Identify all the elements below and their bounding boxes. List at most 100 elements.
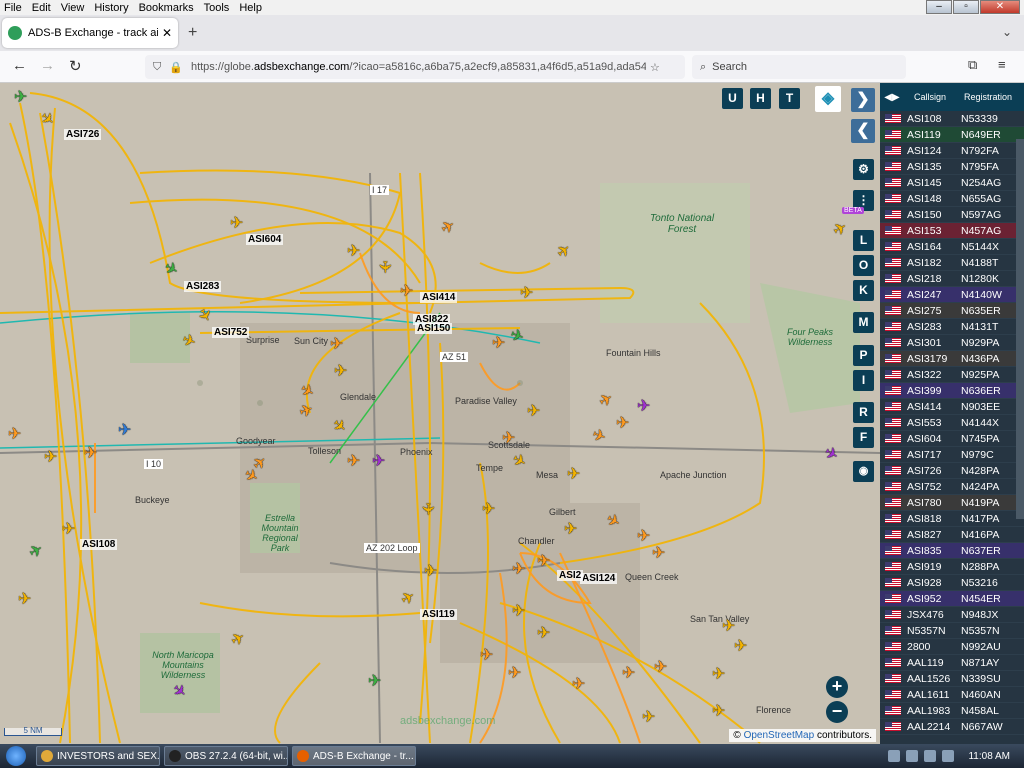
map-button-m[interactable]: M [853,312,874,333]
aircraft-icon[interactable]: ✈ [372,454,385,470]
replay-icon[interactable]: ◉ [853,461,874,482]
aircraft-row[interactable]: N5357N N5357N [880,623,1024,639]
aircraft-icon[interactable]: ✈ [616,416,629,432]
aircraft-icon[interactable]: ✈ [480,648,493,664]
taskbar-item-firefox[interactable]: ADS-B Exchange - tr... [292,746,416,766]
map-button-r[interactable]: R [853,402,874,423]
aircraft-row[interactable]: ASI135 N795FA [880,159,1024,175]
map-button-p[interactable]: P [853,345,874,366]
minimize-button[interactable]: – [926,0,952,14]
search-input[interactable]: ⌕ Search [692,55,906,79]
network-icon[interactable] [924,750,937,762]
map-button-k[interactable]: K [853,280,874,301]
aircraft-label[interactable]: ASI150 [415,323,453,334]
extensions-icon[interactable]: ⧉ [968,57,977,73]
zoom-in-button[interactable]: + [826,676,848,698]
menu-tools[interactable]: Tools [204,2,230,14]
aircraft-row[interactable]: AAL1611 N460AN [880,687,1024,703]
aircraft-row[interactable]: ASI153 N457AG [880,223,1024,239]
layers-icon[interactable]: ◈ [815,86,841,112]
url-bar[interactable]: ⛉ 🔒 https://globe.adsbexchange.com/?icao… [145,55,685,79]
aircraft-icon[interactable]: ✈ [622,666,635,682]
aircraft-icon[interactable]: ✈ [8,427,21,443]
aircraft-icon[interactable]: ✈ [512,604,525,620]
aircraft-icon[interactable]: ✈ [492,336,505,352]
aircraft-row[interactable]: ASI119 N649ER [880,127,1024,143]
forward-arrow-icon[interactable]: → [40,57,55,74]
aircraft-row[interactable]: ASI752 N424PA [880,479,1024,495]
settings-gear-icon[interactable]: ⚙ [853,159,874,180]
clock[interactable]: 11:08 AM [968,751,1010,762]
aircraft-row[interactable]: ASI124 N792FA [880,143,1024,159]
menu-file[interactable]: File [4,2,22,14]
aircraft-row[interactable]: ASI952 N454ER [880,591,1024,607]
reload-icon[interactable]: ↻ [69,57,82,75]
taskbar-item-obs[interactable]: OBS 27.2.4 (64-bit, wi... [164,746,288,766]
aircraft-row[interactable]: ASI717 N979C [880,447,1024,463]
aircraft-row[interactable]: ASI827 N416PA [880,527,1024,543]
aircraft-row[interactable]: ASI108 N53339 [880,111,1024,127]
aircraft-row[interactable]: AAL2214 N667AW [880,719,1024,735]
aircraft-row[interactable]: ASI414 N903EE [880,399,1024,415]
bookmark-star-icon[interactable]: ☆ [650,61,660,74]
menu-help[interactable]: Help [239,2,262,14]
aircraft-row[interactable]: AAL119 N871AY [880,655,1024,671]
aircraft-row[interactable]: 2800 N992AU [880,639,1024,655]
map-button-o[interactable]: O [853,255,874,276]
zoom-out-button[interactable]: − [826,701,848,723]
aircraft-icon[interactable]: ✈ [508,666,521,682]
aircraft-icon[interactable]: ✈ [44,450,57,466]
panel-scrollbar[interactable] [1016,139,1024,519]
maximize-button[interactable]: ▫ [953,0,979,14]
aircraft-icon[interactable]: ✈ [512,562,525,578]
aircraft-icon[interactable]: ✈ [84,446,97,462]
aircraft-icon[interactable]: ✈ [330,337,343,353]
aircraft-icon[interactable]: ✈ [419,502,436,515]
taskbar-item-chrome[interactable]: INVESTORS and SEX... [36,746,160,766]
aircraft-icon[interactable]: ✈ [368,674,381,690]
aircraft-label[interactable]: ASI283 [184,281,222,292]
menu-edit[interactable]: Edit [32,2,51,14]
aircraft-row[interactable]: ASI247 N4140W [880,287,1024,303]
aircraft-row[interactable]: AAL1983 N458AL [880,703,1024,719]
aircraft-label[interactable]: ASI604 [246,234,284,245]
aircraft-icon[interactable]: ✈ [637,399,650,415]
menu-history[interactable]: History [94,2,128,14]
aircraft-row[interactable]: ASI919 N288PA [880,559,1024,575]
aircraft-icon[interactable]: ✈ [334,364,347,380]
aircraft-icon[interactable]: ✈ [14,90,27,106]
aircraft-label[interactable]: ASI2 [557,570,584,581]
aircraft-label[interactable]: ASI414 [420,292,458,303]
aircraft-icon[interactable]: ✈ [637,529,650,545]
aircraft-icon[interactable]: ✈ [347,454,360,470]
aircraft-icon[interactable]: ✈ [537,554,550,570]
aircraft-row[interactable]: ASI182 N4188T [880,255,1024,271]
aircraft-label[interactable]: ASI119 [420,609,457,620]
menu-bookmarks[interactable]: Bookmarks [139,2,194,14]
menu-hamburger-icon[interactable]: ≡ [998,57,1006,72]
osm-link[interactable]: OpenStreetMap [744,730,815,741]
panel-toggle-arrows-icon[interactable]: ◀▶ [880,92,904,103]
aircraft-row[interactable]: AAL1526 N339SU [880,671,1024,687]
aircraft-icon[interactable]: ✈ [376,260,393,273]
aircraft-row[interactable]: ASI218 N1280K [880,271,1024,287]
aircraft-row[interactable]: ASI150 N597AG [880,207,1024,223]
aircraft-label[interactable]: ASI108 [80,539,118,550]
steam-icon[interactable] [906,750,919,762]
map-button-h[interactable]: H [750,88,771,109]
aircraft-icon[interactable]: ✈ [424,564,437,580]
column-header-callsign[interactable]: Callsign [904,92,964,102]
aircraft-row[interactable]: ASI928 N53216 [880,575,1024,591]
aircraft-row[interactable]: ASI399 N636ER [880,383,1024,399]
aircraft-icon[interactable]: ✈ [400,284,413,300]
tab-close-icon[interactable]: ✕ [162,26,172,40]
aircraft-icon[interactable]: ✈ [567,467,580,483]
aircraft-row[interactable]: JSX476 N948JX [880,607,1024,623]
aircraft-icon[interactable]: ✈ [652,546,665,562]
aircraft-label[interactable]: ASI752 [212,327,250,338]
column-header-registration[interactable]: Registration [964,92,1020,102]
aircraft-label[interactable]: ASI124 [580,573,618,584]
aircraft-icon[interactable]: ✈ [62,522,75,538]
volume-icon[interactable] [942,750,955,762]
aircraft-row[interactable]: ASI145 N254AG [880,175,1024,191]
